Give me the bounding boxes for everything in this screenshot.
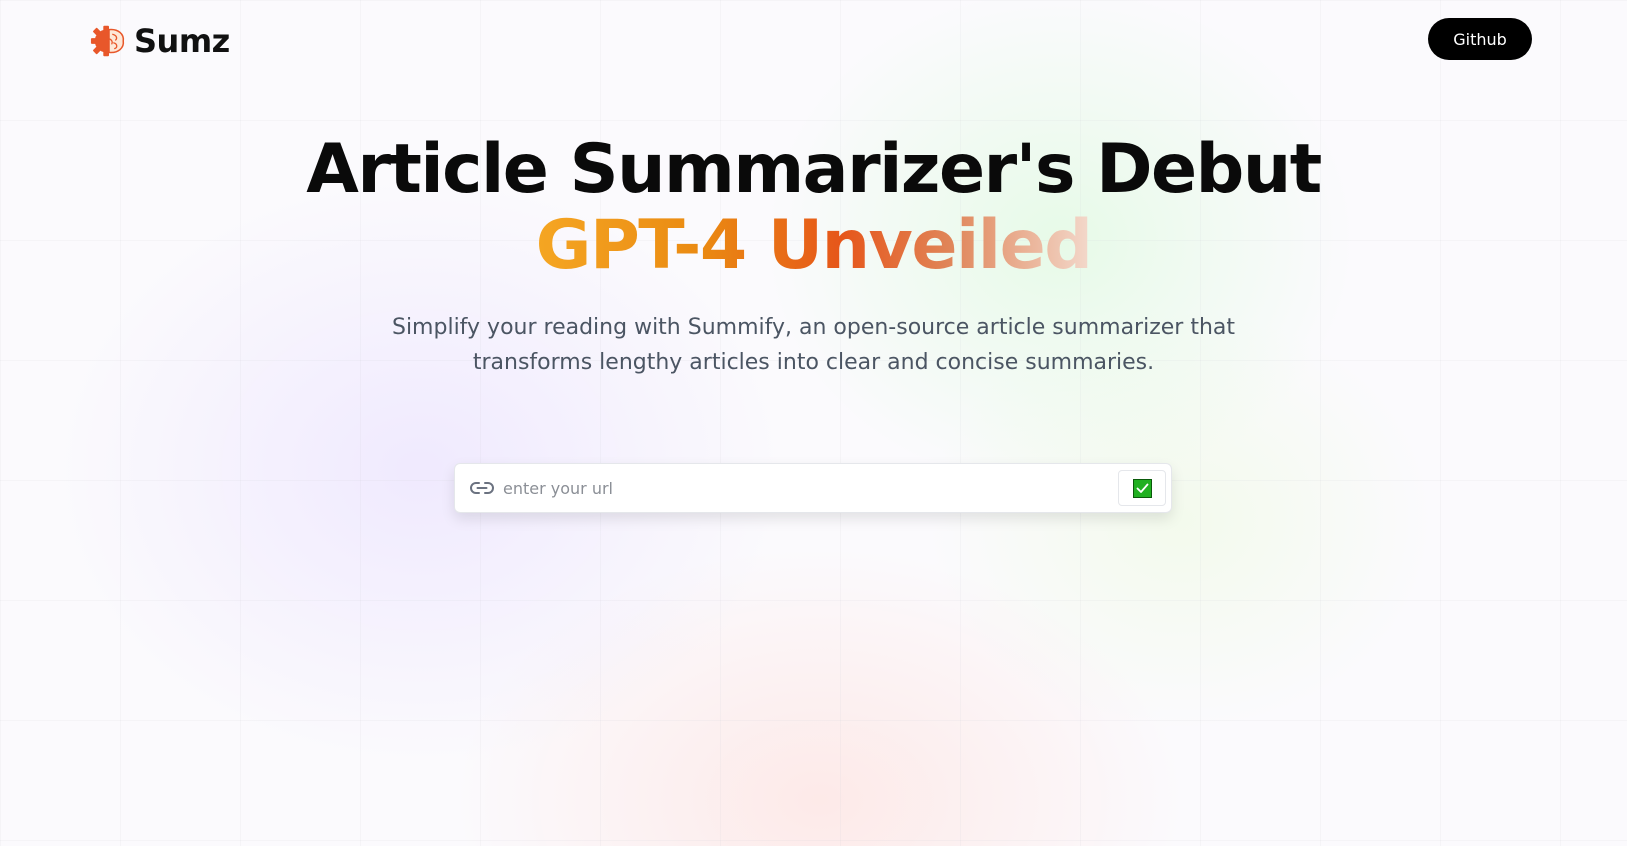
- submit-button[interactable]: [1118, 470, 1166, 506]
- url-form: [454, 463, 1172, 513]
- background-grid: [0, 0, 1627, 846]
- navbar: Sumz Github: [0, 0, 1627, 80]
- github-button[interactable]: Github: [1428, 18, 1532, 60]
- hero-title: Article Summarizer's Debut: [306, 130, 1322, 209]
- hero: Article Summarizer's Debut GPT-4 Unveile…: [0, 132, 1627, 380]
- check-mark-icon: [1132, 478, 1152, 498]
- logo-text: Sumz: [134, 22, 230, 60]
- hero-subtitle: Simplify your reading with Summify, an o…: [391, 315, 1235, 375]
- brain-gear-icon: [90, 25, 125, 57]
- logo[interactable]: Sumz: [90, 22, 230, 60]
- page: Sumz Github Article Summarizer's Debut G…: [0, 0, 1627, 846]
- hero-title-highlight: GPT-4 Unveiled: [535, 206, 1093, 285]
- url-input[interactable]: [503, 464, 1103, 512]
- link-icon: [470, 482, 494, 494]
